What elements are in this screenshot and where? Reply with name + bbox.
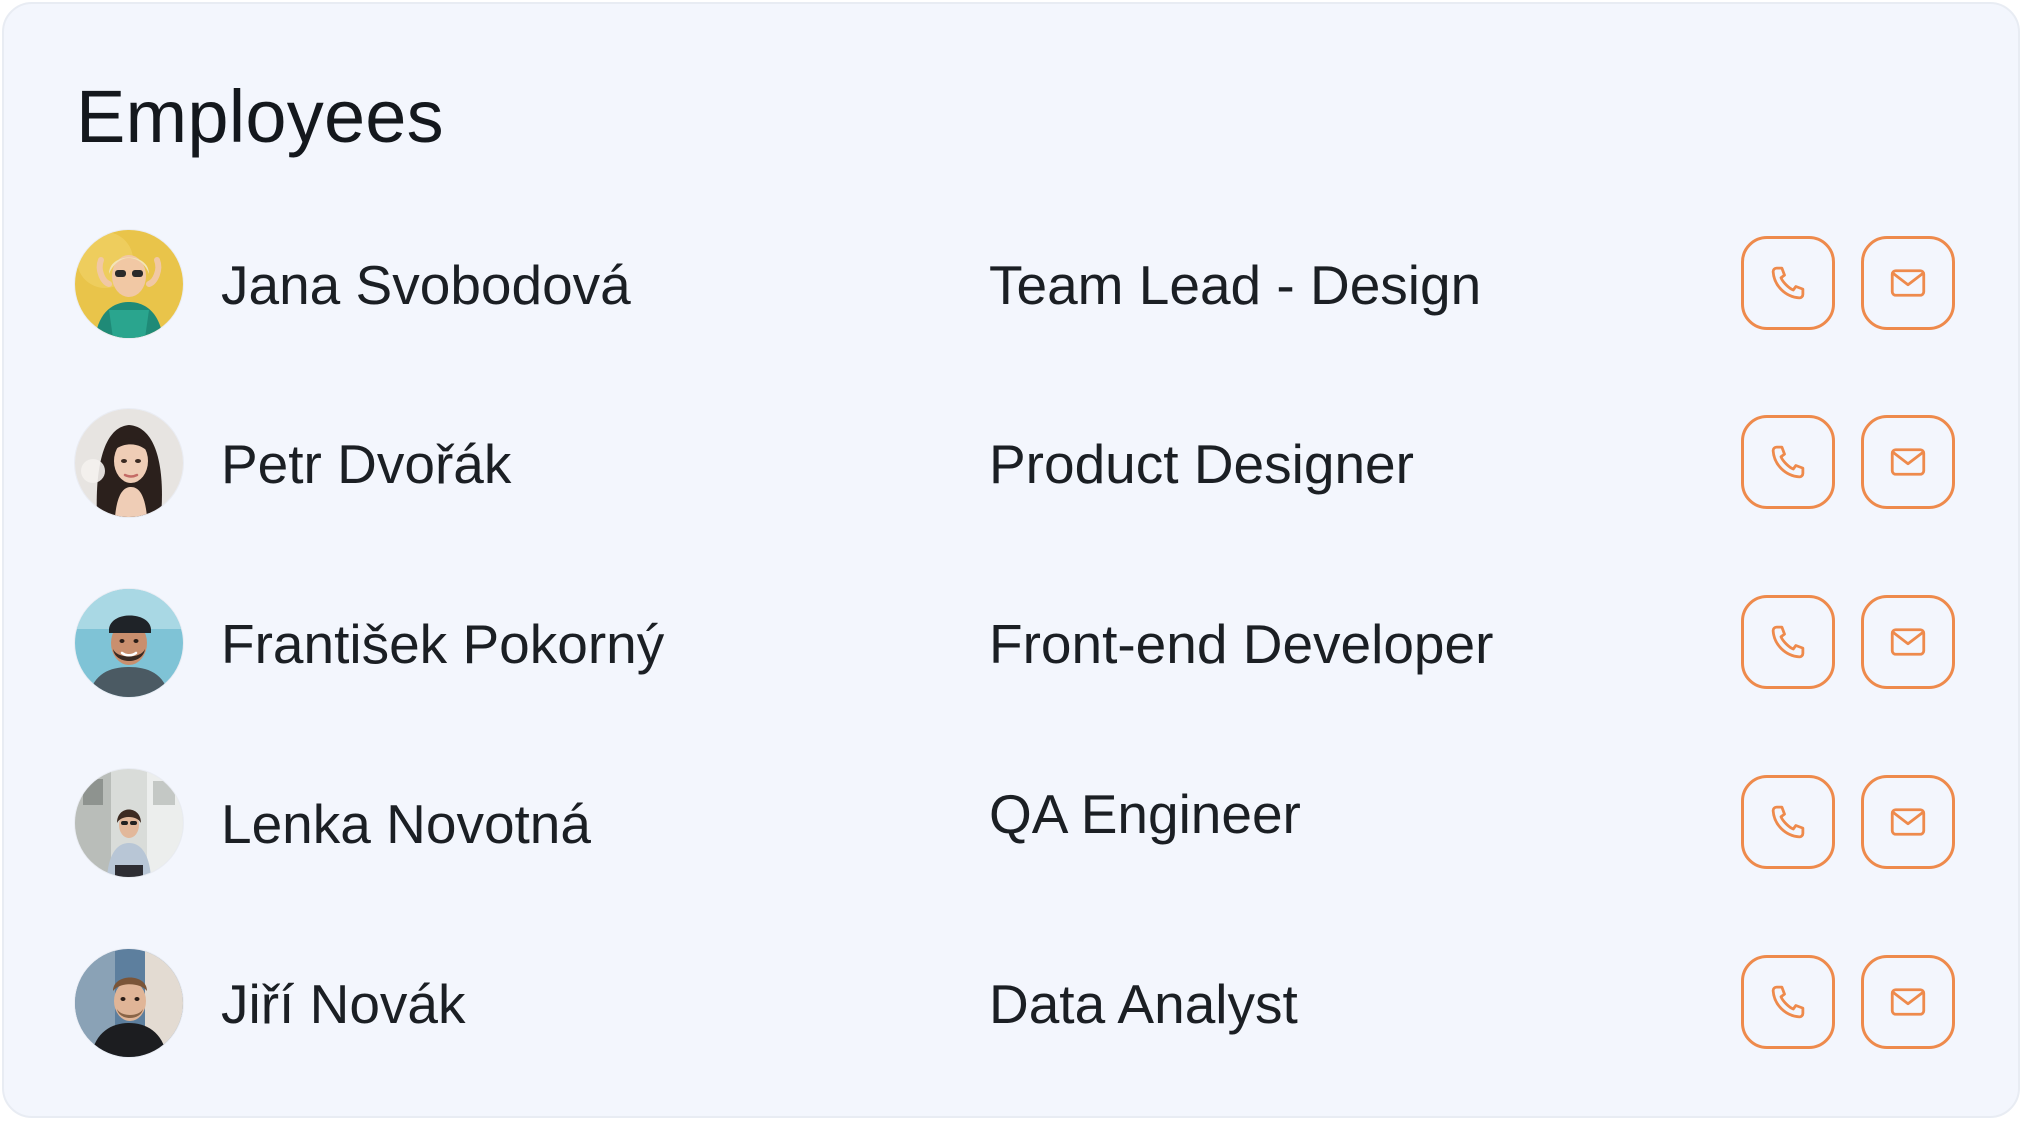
email-button[interactable] [1861,415,1955,509]
employee-row: Petr Dvořák Product Designer [4,409,2018,519]
avatar [75,589,183,697]
email-button[interactable] [1861,775,1955,869]
avatar [75,230,183,338]
employees-card: Employees Jana Svobodová Team Lead - Des… [2,2,2020,1118]
avatar-photo [75,409,183,517]
employee-role: Team Lead - Design [989,254,1482,316]
call-button[interactable] [1741,775,1835,869]
employee-role: Product Designer [989,433,1414,495]
employee-row: Jiří Novák Data Analyst [4,949,2018,1059]
employee-name: Jiří Novák [221,973,466,1035]
employee-row: František Pokorný Front-end Developer [4,589,2018,699]
employee-row: Jana Svobodová Team Lead - Design [4,230,2018,340]
call-button[interactable] [1741,955,1835,1049]
call-button[interactable] [1741,236,1835,330]
employee-name: Petr Dvořák [221,433,512,495]
employee-list: Jana Svobodová Team Lead - Design Petr D… [4,4,2018,1116]
phone-icon [1771,985,1805,1019]
call-button[interactable] [1741,595,1835,689]
employee-name: František Pokorný [221,613,665,675]
mail-icon [1890,448,1926,476]
avatar-photo [75,589,183,697]
avatar-photo [75,949,183,1057]
avatar [75,769,183,877]
phone-icon [1771,445,1805,479]
mail-icon [1890,628,1926,656]
email-button[interactable] [1861,955,1955,1049]
avatar-photo [75,230,183,338]
avatar [75,949,183,1057]
email-button[interactable] [1861,236,1955,330]
employee-name: Lenka Novotná [221,793,591,855]
phone-icon [1771,266,1805,300]
mail-icon [1890,988,1926,1016]
call-button[interactable] [1741,415,1835,509]
phone-icon [1771,625,1805,659]
email-button[interactable] [1861,595,1955,689]
mail-icon [1890,269,1926,297]
phone-icon [1771,805,1805,839]
mail-icon [1890,808,1926,836]
employee-role: Front-end Developer [989,613,1494,675]
avatar [75,409,183,517]
employee-row: Lenka Novotná QA Engineer [4,769,2018,879]
employee-role: QA Engineer [989,783,1301,845]
employee-role: Data Analyst [989,973,1298,1035]
avatar-photo [75,769,183,877]
employee-name: Jana Svobodová [221,254,631,316]
